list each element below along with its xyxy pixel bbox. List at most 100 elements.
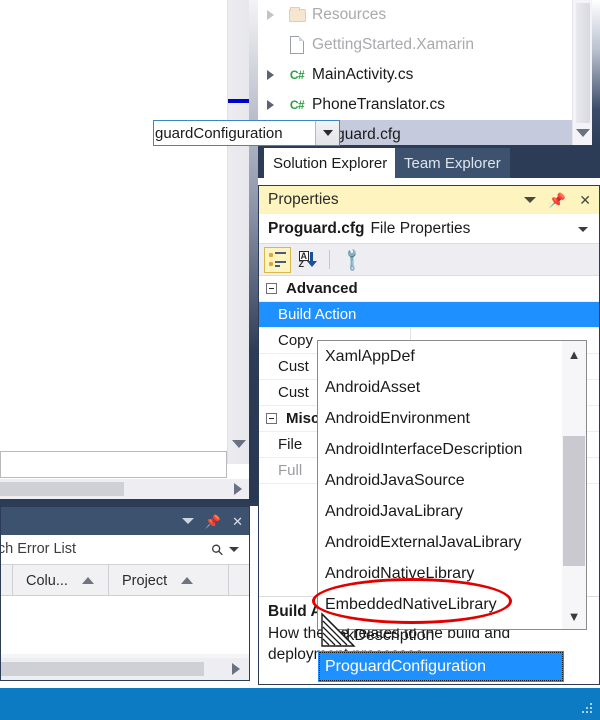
scrollbar-thumb[interactable] — [563, 436, 585, 566]
category-label: Advanced — [286, 280, 358, 297]
tree-item[interactable]: Resources — [258, 0, 572, 30]
pin-icon[interactable]: 📌 — [205, 515, 221, 528]
error-list-panel: 📌 ✕ arch Error List ⚲ Colu... Project — [0, 506, 250, 681]
scroll-down-arrow-icon[interactable] — [576, 129, 590, 137]
editor-horizontal-scrollbar[interactable] — [0, 479, 249, 499]
alphabetical-sort-button[interactable]: AZ — [294, 247, 321, 273]
category-label: Misc — [286, 410, 320, 427]
property-category-row[interactable]: Advanced — [259, 276, 599, 302]
solution-explorer-scrollbar[interactable] — [572, 0, 592, 145]
docked-panel-tab-strip: Solution Explorer Team Explorer — [258, 145, 600, 178]
sort-ascending-icon — [181, 577, 194, 584]
property-name-label: Cust — [278, 384, 309, 401]
windows-taskbar[interactable] — [0, 688, 600, 720]
dropdown-option[interactable]: AndroidExternalJavaLibrary — [318, 527, 564, 558]
dropdown-scrollbar[interactable]: ▲ ▼ — [562, 341, 586, 629]
combobox-value: guardConfiguration — [155, 124, 283, 142]
scroll-up-arrow-icon[interactable]: ▲ — [562, 341, 586, 367]
error-list-titlebar: 📌 ✕ — [1, 507, 249, 535]
scroll-right-arrow-icon[interactable] — [234, 483, 242, 495]
properties-toolbar: AZ 🔧 — [259, 244, 599, 276]
column-header-project[interactable]: Project — [109, 565, 229, 596]
property-name-label: Copy — [278, 332, 314, 349]
tab-label: Solution Explorer — [273, 154, 388, 172]
property-name-label: File — [278, 436, 303, 453]
editor-scroll-marker — [228, 99, 249, 103]
chevron-right-icon — [266, 70, 274, 80]
editor-bottom-strip — [0, 499, 258, 506]
dropdown-option[interactable]: AndroidJavaLibrary — [318, 496, 564, 527]
object-name-label: Proguard.cfg — [268, 219, 365, 237]
error-list-search-row[interactable]: arch Error List ⚲ — [0, 535, 249, 565]
property-pages-button[interactable]: 🔧 — [338, 247, 365, 273]
close-icon[interactable]: ✕ — [232, 515, 243, 528]
build-action-dropdown-list[interactable]: XamlAppDef AndroidAsset AndroidEnvironme… — [317, 340, 587, 682]
error-list-column-headers: Colu... Project — [1, 565, 249, 596]
search-input[interactable]: arch Error List — [0, 541, 76, 557]
tab-label: Team Explorer — [404, 154, 501, 172]
property-row-selected[interactable]: Build Action — [259, 302, 599, 328]
pin-icon[interactable]: 📌 — [549, 192, 566, 209]
dropdown-options[interactable]: XamlAppDef AndroidAsset AndroidEnvironme… — [318, 341, 564, 682]
search-icon[interactable]: ⚲ — [207, 540, 228, 560]
folder-icon — [282, 6, 312, 22]
resize-grip-icon — [580, 703, 594, 715]
expander-toggle[interactable] — [258, 70, 282, 80]
property-name-label: Build Action — [278, 306, 357, 323]
property-name-label: Cust — [278, 358, 309, 375]
scrollbar-thumb[interactable] — [576, 3, 590, 123]
collapse-toggle-icon[interactable] — [266, 283, 277, 294]
properties-titlebar: Properties 📌 ✕ — [259, 186, 599, 214]
editor-frame-right-edge — [249, 0, 258, 502]
column-header-column[interactable]: Colu... — [13, 565, 109, 596]
combobox-dropdown-button[interactable] — [315, 121, 339, 145]
code-editor-surface[interactable] — [0, 0, 227, 464]
dropdown-option[interactable]: AndroidJavaSource — [318, 465, 564, 496]
panel-title: Properties — [268, 191, 339, 208]
panel-right-edge — [592, 0, 600, 145]
scroll-down-arrow-icon[interactable] — [232, 440, 246, 448]
csharp-file-icon: C# — [289, 98, 305, 112]
close-icon[interactable]: ✕ — [579, 192, 591, 209]
dropdown-option-selected[interactable]: ProguardConfiguration — [318, 651, 564, 682]
chevron-down-icon[interactable] — [181, 518, 194, 524]
tree-item-label: MainActivity.cs — [312, 66, 414, 83]
chevron-down-icon[interactable] — [523, 197, 536, 203]
scrollbar-thumb[interactable] — [0, 482, 124, 496]
dropdown-option[interactable]: XamlAppDef — [318, 341, 564, 372]
properties-object-selector[interactable]: Proguard.cfg File Properties — [259, 214, 599, 244]
tab-solution-explorer[interactable]: Solution Explorer — [264, 148, 397, 178]
dropdown-option[interactable]: AndroidNativeLibrary — [318, 558, 564, 589]
column-header-label: Colu... — [26, 572, 68, 589]
wrench-icon: 🔧 — [338, 246, 365, 273]
error-list-horizontal-scrollbar[interactable] — [1, 658, 249, 680]
expander-toggle[interactable] — [258, 100, 282, 110]
categorized-view-button[interactable] — [264, 246, 291, 273]
tree-item-label: Resources — [312, 6, 387, 23]
chevron-right-icon — [266, 100, 274, 110]
sort-alphabetical-icon: AZ — [298, 251, 318, 269]
scroll-down-arrow-icon[interactable]: ▼ — [562, 603, 586, 629]
file-icon — [282, 36, 312, 54]
tree-item[interactable]: GettingStarted.Xamarin — [258, 30, 572, 60]
tree-item[interactable]: C# PhoneTranslator.cs — [258, 90, 572, 120]
tree-item-label: PhoneTranslator.cs — [312, 96, 445, 113]
build-action-combobox[interactable]: guardConfiguration — [153, 120, 340, 146]
tree-item[interactable]: C# MainActivity.cs — [258, 60, 572, 90]
sort-ascending-icon — [81, 577, 94, 584]
dropdown-option[interactable]: AndroidEnvironment — [318, 403, 564, 434]
dropdown-option[interactable]: AndroidInterfaceDescription — [318, 434, 564, 465]
collapse-toggle-icon[interactable] — [266, 413, 277, 424]
search-options-caret-icon[interactable] — [229, 547, 239, 552]
expander-toggle[interactable] — [258, 10, 282, 20]
editor-vertical-scrollbar[interactable] — [227, 0, 249, 464]
object-type-label: File Properties — [370, 219, 471, 237]
chevron-down-icon[interactable] — [578, 227, 588, 232]
chevron-right-icon — [266, 10, 274, 20]
csharp-file-icon: C# — [289, 68, 305, 82]
app-root: 📌 ✕ arch Error List ⚲ Colu... Project — [0, 0, 600, 720]
scroll-right-arrow-icon[interactable] — [232, 663, 240, 675]
scrollbar-thumb[interactable] — [1, 662, 204, 676]
tab-team-explorer[interactable]: Team Explorer — [395, 148, 510, 178]
dropdown-option[interactable]: AndroidAsset — [318, 372, 564, 403]
